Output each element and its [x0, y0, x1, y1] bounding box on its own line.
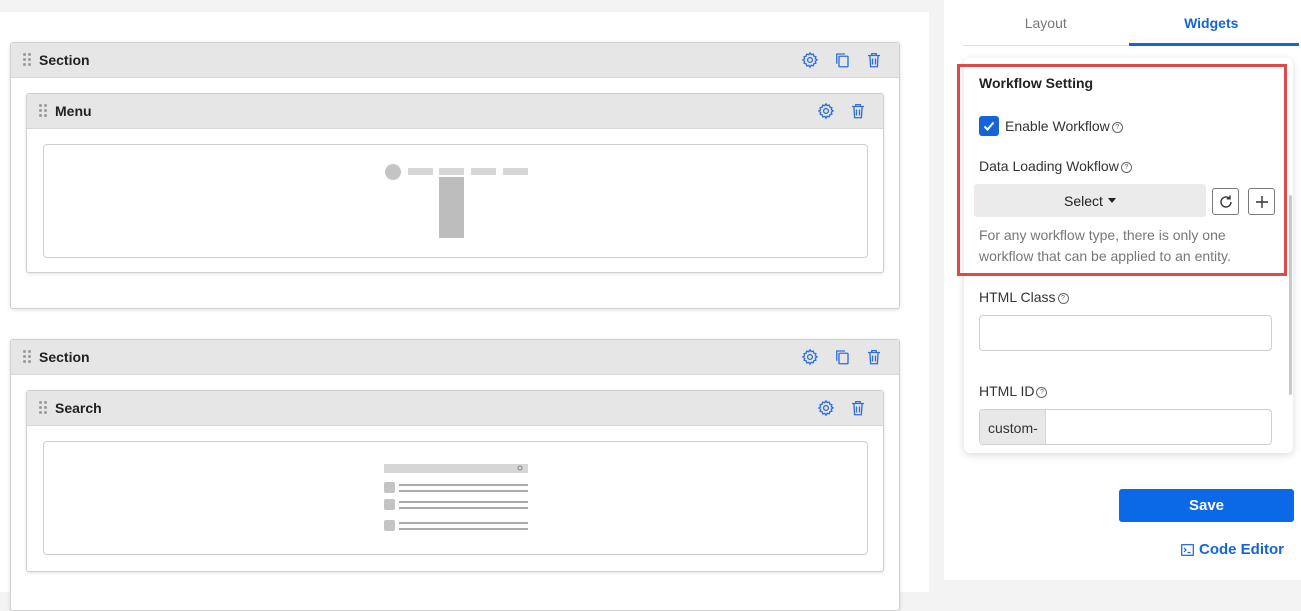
data-loading-label-row: Data Loading Wokflow?: [979, 158, 1132, 174]
widget-header: Search: [27, 391, 883, 426]
section-title: Section: [39, 52, 90, 68]
tab-widgets[interactable]: Widgets: [1128, 0, 1299, 46]
help-icon[interactable]: ?: [1036, 386, 1048, 398]
gear-icon[interactable]: [801, 348, 819, 366]
section-container: Section Menu: [10, 42, 900, 309]
widget-container: Menu: [26, 93, 884, 273]
workflow-hint-text: For any workflow type, there is only one…: [979, 227, 1231, 264]
menu-preview-illustration: [385, 164, 528, 238]
enable-workflow-checkbox[interactable]: [979, 116, 999, 136]
widget-title: Menu: [55, 103, 92, 119]
search-preview-illustration: [384, 464, 528, 531]
plus-icon: [1255, 195, 1268, 208]
html-class-label-row: HTML Class?: [979, 289, 1069, 305]
html-id-prefix: custom-: [980, 410, 1046, 444]
refresh-icon: [1219, 195, 1232, 208]
section-title: Section: [39, 349, 90, 365]
refresh-button[interactable]: [1212, 188, 1239, 215]
gear-icon[interactable]: [801, 51, 819, 69]
copy-icon[interactable]: [833, 51, 851, 69]
workflow-select-value: Select: [1064, 192, 1103, 209]
menu-preview: [43, 144, 868, 258]
section-header: Section: [11, 43, 899, 78]
section-container: Section Search: [10, 339, 900, 611]
html-id-label-row: HTML ID?: [979, 383, 1048, 399]
copy-icon[interactable]: [833, 348, 851, 366]
drag-handle-icon[interactable]: [23, 350, 33, 364]
trash-icon[interactable]: [849, 399, 867, 417]
panel-tabs: Layout Widgets: [963, 0, 1299, 46]
html-class-label: HTML Class: [979, 289, 1056, 305]
code-editor-icon: [1181, 543, 1194, 556]
section-header: Section: [11, 340, 899, 375]
gear-icon[interactable]: [817, 102, 835, 120]
enable-workflow-label-row: Enable Workflow?: [1005, 118, 1123, 134]
html-class-input[interactable]: [979, 315, 1272, 351]
gear-icon[interactable]: [817, 399, 835, 417]
help-icon[interactable]: ?: [1111, 121, 1123, 133]
help-icon[interactable]: ?: [1057, 292, 1069, 304]
panel-scrollbar[interactable]: [1289, 195, 1292, 395]
code-editor-link[interactable]: Code Editor: [1181, 541, 1284, 558]
tab-layout[interactable]: Layout: [963, 0, 1129, 45]
add-workflow-button[interactable]: [1248, 188, 1275, 215]
trash-icon[interactable]: [849, 102, 867, 120]
workflow-setting-heading: Workflow Setting: [979, 75, 1094, 91]
search-preview: [43, 441, 868, 555]
caret-down-icon: [1107, 198, 1116, 203]
enable-workflow-label: Enable Workflow: [1005, 118, 1110, 134]
widget-title: Search: [55, 400, 102, 416]
html-id-label: HTML ID: [979, 383, 1035, 399]
trash-icon[interactable]: [865, 51, 883, 69]
drag-handle-icon[interactable]: [23, 53, 33, 67]
trash-icon[interactable]: [865, 348, 883, 366]
drag-handle-icon[interactable]: [39, 401, 49, 415]
properties-panel: Layout Widgets Workflow Setting Enable W…: [944, 0, 1301, 580]
drag-handle-icon[interactable]: [39, 104, 49, 118]
save-button[interactable]: Save: [1119, 489, 1294, 522]
html-id-input[interactable]: custom-: [979, 409, 1272, 445]
widget-container: Search: [26, 390, 884, 572]
workflow-select[interactable]: Select: [974, 184, 1206, 217]
widget-header: Menu: [27, 94, 883, 129]
code-editor-label: Code Editor: [1199, 541, 1284, 558]
help-icon[interactable]: ?: [1120, 161, 1132, 173]
page-canvas: Section Menu Section Search: [0, 12, 929, 611]
check-icon: [983, 121, 995, 131]
data-loading-workflow-label: Data Loading Wokflow: [979, 158, 1119, 174]
